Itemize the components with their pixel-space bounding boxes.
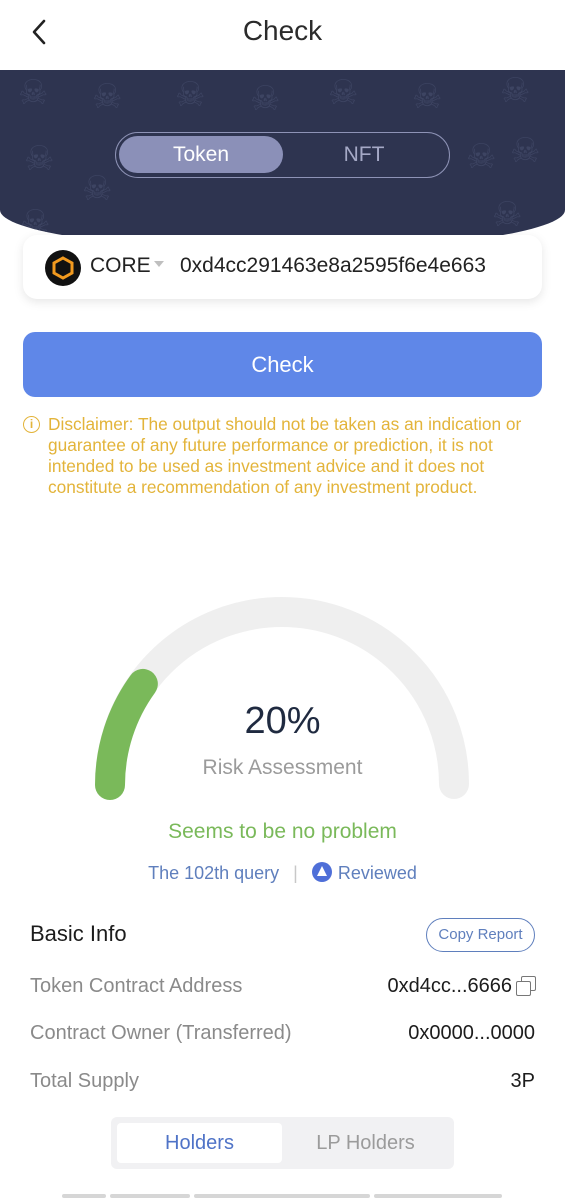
mode-switch: Token NFT: [115, 132, 450, 178]
reviewed-label: Reviewed: [337, 863, 417, 883]
info-key: Contract Owner (Transferred): [30, 1022, 292, 1044]
skull-decoration-icon: ☠: [328, 74, 359, 112]
tab-lp-holders[interactable]: LP Holders: [283, 1123, 448, 1163]
info-value: 0x0000...0000: [408, 1022, 535, 1044]
disclaimer: i Disclaimer: The output should not be t…: [23, 414, 545, 498]
info-key: Token Contract Address: [30, 975, 243, 997]
skull-decoration-icon: ☠: [175, 76, 206, 114]
reviewed-icon: [311, 862, 332, 882]
skull-decoration-icon: ☠: [510, 132, 541, 170]
info-icon: i: [23, 416, 40, 433]
query-meta: The 102th query | Reviewed: [0, 862, 565, 884]
query-count: The 102th query: [148, 863, 280, 883]
tab-holders[interactable]: Holders: [117, 1123, 282, 1163]
info-value: 0xd4cc...6666: [387, 975, 512, 997]
risk-percent: 20%: [244, 700, 321, 742]
tab-nft[interactable]: NFT: [282, 136, 446, 173]
top-bar: Check: [0, 0, 565, 70]
meta-separator: |: [293, 863, 298, 883]
disclaimer-text: Disclaimer: The output should not be tak…: [48, 414, 522, 497]
caret-down-icon[interactable]: [154, 261, 164, 267]
check-button[interactable]: Check: [23, 332, 542, 397]
skull-decoration-icon: ☠: [412, 78, 443, 116]
hero-banner: ☠ ☠ ☠ ☠ ☠ ☠ ☠ ☠ ☠ ☠ ☠ ☠ ☠ Token NFT: [0, 70, 565, 250]
skull-decoration-icon: ☠: [250, 80, 281, 118]
info-key: Total Supply: [30, 1070, 139, 1092]
skull-decoration-icon: ☠: [92, 78, 123, 116]
skull-decoration-icon: ☠: [24, 140, 55, 178]
skull-decoration-icon: ☠: [492, 196, 523, 234]
chain-selector[interactable]: CORE: [90, 254, 151, 278]
risk-status: Seems to be no problem: [168, 820, 397, 843]
hexagon-logo-icon[interactable]: [45, 250, 81, 286]
address-search-card: CORE 0xd4cc291463e8a2595f6e4e663: [23, 235, 542, 299]
basic-info-title: Basic Info: [30, 921, 127, 946]
skull-decoration-icon: ☠: [18, 74, 49, 112]
risk-label: Risk Assessment: [202, 756, 363, 779]
table-header-divider: [62, 1194, 502, 1198]
contract-address-input[interactable]: 0xd4cc291463e8a2595f6e4e663: [180, 254, 530, 278]
token-contract-address: 0xd4cc...6666: [387, 975, 536, 998]
copy-report-button[interactable]: Copy Report: [426, 918, 535, 952]
copy-icon[interactable]: [516, 976, 536, 996]
tab-token[interactable]: Token: [119, 136, 283, 173]
info-value: 3P: [510, 1070, 535, 1092]
skull-decoration-icon: ☠: [82, 170, 113, 208]
skull-decoration-icon: ☠: [466, 138, 497, 176]
holder-tabs: Holders LP Holders: [111, 1117, 454, 1169]
page-title: Check: [242, 15, 323, 46]
skull-decoration-icon: ☠: [500, 72, 531, 110]
